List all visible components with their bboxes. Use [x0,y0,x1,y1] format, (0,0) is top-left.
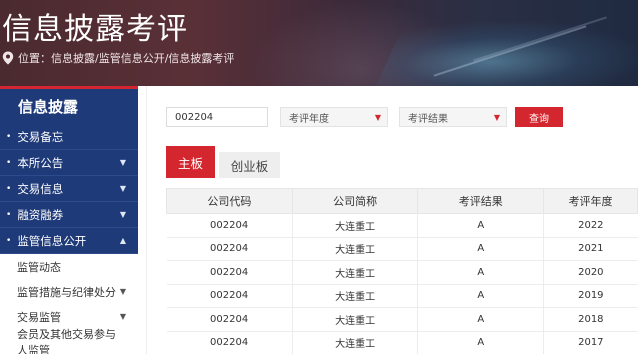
table-cell: 002204 [166,213,293,238]
bullet-icon: • [6,157,12,168]
table-cell: 大连重工 [291,237,418,261]
sidebar-item-regulatory-disclosure[interactable]: • 监管信息公开 ▲ [0,228,138,254]
table-cell: 2018 [543,307,638,332]
sidebar-subitem-label: 监管措施与纪律处分 [17,285,116,299]
table-cell: A [417,284,544,308]
tab-main-board[interactable]: 主板 [166,146,215,178]
sidebar-item-margin-trading[interactable]: • 融资融券 ▼ [0,202,138,228]
table-row: 002204 大连重工 A 2021 [166,237,638,261]
company-code-input[interactable]: 002204 [166,107,268,127]
breadcrumb: 位置：信息披露/监管信息公开/信息披露考评 [2,50,234,66]
table-cell: 2021 [543,237,638,261]
sidebar-item-trading-info[interactable]: • 交易信息 ▼ [0,176,138,202]
sidebar-submenu: 监管动态 监管措施与纪律处分 ▼ 交易监管 ▼ 会员及其他交易参与人监管 [0,254,138,354]
table-row: 002204 大连重工 A 2020 [166,260,638,285]
bullet-icon: • [6,235,12,246]
chevron-up-icon: ▲ [119,236,126,245]
breadcrumb-text: 位置：信息披露/监管信息公开/信息披露考评 [18,52,235,65]
table-cell: 大连重工 [291,284,418,308]
chevron-down-icon: ▼ [119,184,126,193]
table-row: 002204 大连重工 A 2017 [166,331,638,354]
sidebar-subitem-label: 会员及其他交易参与人监管 [17,327,116,354]
sidebar-subitem-label: 交易监管 [17,310,61,324]
chevron-down-icon: ▼ [119,210,126,219]
table-cell: 大连重工 [291,307,418,332]
table-cell: A [417,237,544,261]
location-pin-icon [2,51,14,65]
table-cell: 大连重工 [291,260,418,285]
chevron-down-icon: ▼ [119,287,126,296]
result-select-label: 考评结果 [408,113,448,125]
table-cell: 002204 [166,260,293,285]
sidebar-heading: 信息披露 [0,86,138,124]
sidebar-subitem-regulatory-measures[interactable]: 监管措施与纪律处分 ▼ [0,279,138,304]
table-cell: 002204 [166,307,293,332]
search-button[interactable]: 查询 [515,107,563,127]
sidebar-divider [146,86,147,354]
sidebar-item-label: 监管信息公开 [17,233,87,248]
board-tabs: 主板 创业板 [166,146,280,178]
sidebar-subitem-member-supervision[interactable]: 会员及其他交易参与人监管 [0,327,138,354]
chevron-down-icon: ▼ [119,158,126,167]
sidebar-subitem-regulatory-news[interactable]: 监管动态 [0,254,138,279]
header-banner: 信息披露考评 位置：信息披露/监管信息公开/信息披露考评 [0,0,638,86]
dropdown-arrow-icon: ▼ [374,112,381,122]
table-header-row: 公司代码 公司简称 考评结果 考评年度 [166,188,638,214]
table-cell: A [417,213,544,238]
evaluation-table: 公司代码 公司简称 考评结果 考评年度 002204 大连重工 A 2022 00220… [166,188,638,354]
table-cell: A [417,331,544,354]
table-cell: A [417,307,544,332]
bullet-icon: • [6,209,12,220]
table-cell: 2022 [543,213,638,238]
table-row: 002204 大连重工 A 2022 [166,213,638,238]
table-cell: 002204 [166,331,293,354]
column-header: 公司简称 [291,188,419,214]
table-cell: A [417,260,544,285]
table-body: 002204 大连重工 A 2022 002204 大连重工 A 2021 002204 大连重工… [166,213,638,354]
sidebar-item-exchange-announcements[interactable]: • 本所公告 ▼ [0,150,138,176]
year-select[interactable]: 考评年度 ▼ [280,107,388,127]
table-cell: 大连重工 [291,213,418,238]
chevron-down-icon: ▼ [119,312,126,321]
result-select[interactable]: 考评结果 ▼ [399,107,507,127]
table-cell: 2017 [543,331,638,354]
sidebar-item-label: 本所公告 [17,155,64,170]
sidebar-item-label: 交易备忘 [17,129,64,144]
bullet-icon: • [6,183,12,194]
table-cell: 002204 [166,237,293,261]
tab-chinext[interactable]: 创业板 [219,152,280,178]
table-cell: 2020 [543,260,638,285]
year-select-label: 考评年度 [289,113,329,125]
sidebar: 信息披露 • 交易备忘 • 本所公告 ▼ • 交易信息 ▼ • 融资融券 ▼ • 监管信息… [0,86,138,354]
column-header: 考评年度 [543,188,638,214]
sidebar-item-trading-memo[interactable]: • 交易备忘 [0,124,138,150]
dropdown-arrow-icon: ▼ [493,112,500,122]
company-code-value: 002204 [175,111,214,123]
column-header: 公司代码 [166,188,293,214]
column-header: 考评结果 [417,188,545,214]
table-row: 002204 大连重工 A 2018 [166,307,638,332]
sidebar-subitem-label: 监管动态 [17,260,61,274]
sidebar-item-label: 融资融券 [17,207,64,222]
page-title: 信息披露考评 [2,12,188,47]
sidebar-item-label: 交易信息 [17,181,64,196]
table-row: 002204 大连重工 A 2019 [166,284,638,308]
bullet-icon: • [6,131,12,142]
table-cell: 002204 [166,284,293,308]
table-cell: 大连重工 [291,331,418,354]
table-cell: 2019 [543,284,638,308]
sidebar-menu: • 交易备忘 • 本所公告 ▼ • 交易信息 ▼ • 融资融券 ▼ • 监管信息公开 ▲ [0,124,138,254]
